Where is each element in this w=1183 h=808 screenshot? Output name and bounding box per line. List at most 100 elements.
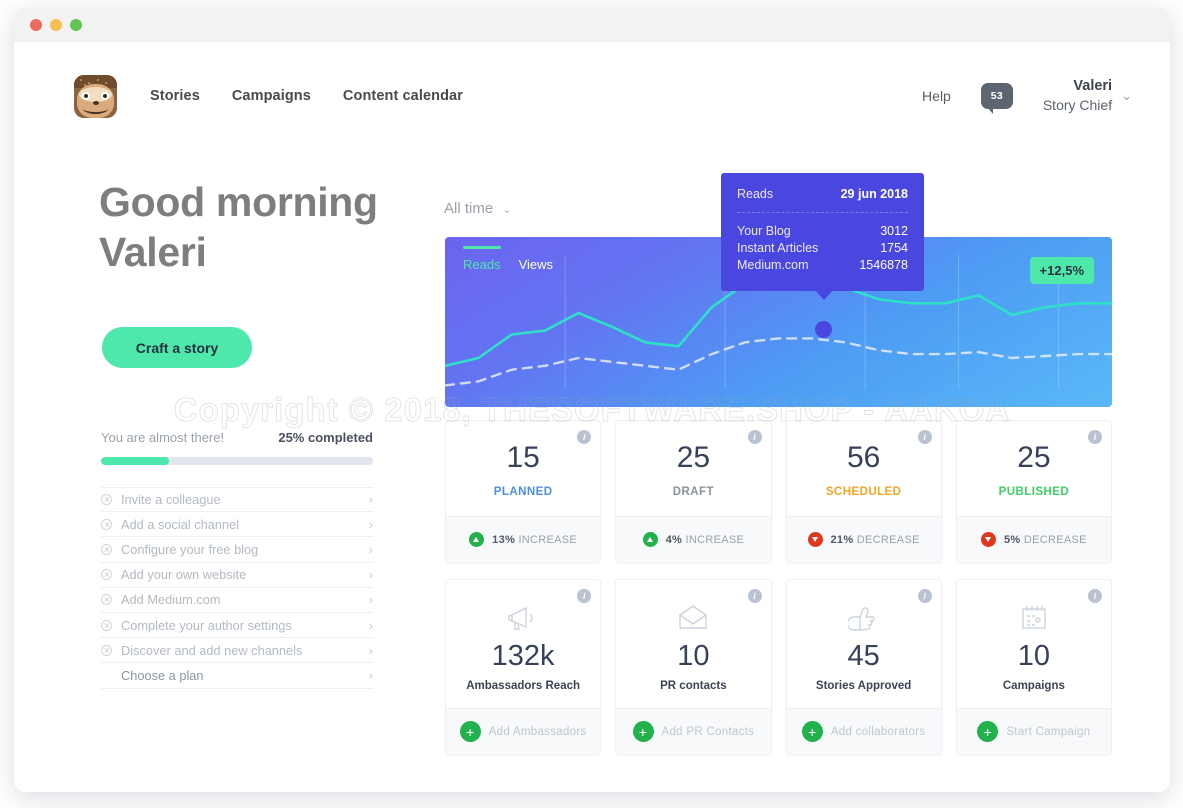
onboarding-progress-bar: [101, 457, 373, 465]
nav-item-stories[interactable]: Stories: [150, 88, 200, 104]
checklist-item[interactable]: Complete your author settings›: [101, 613, 373, 638]
info-icon[interactable]: i: [918, 589, 932, 603]
info-icon[interactable]: i: [918, 430, 932, 444]
info-icon[interactable]: i: [1088, 589, 1102, 603]
tooltip-date: 29 jun 2018: [841, 187, 908, 201]
page-title: Good morning Valeri: [99, 177, 429, 278]
action-card[interactable]: i45Stories Approved+Add collaborators: [786, 579, 942, 755]
action-card[interactable]: i10PR contacts + Add PR Contacts: [615, 579, 771, 755]
checklist-item[interactable]: Add Medium.com ›: [101, 588, 373, 613]
tooltip-row-value: 1546878: [859, 258, 908, 272]
action-card-label: Ambassadors Reach: [454, 680, 592, 692]
action-card-value: 132k: [454, 642, 592, 671]
onboarding-status-text: You are almost there!: [101, 430, 224, 445]
info-icon[interactable]: i: [1088, 430, 1102, 444]
checklist-item[interactable]: Choose a plan›: [101, 663, 373, 688]
chevron-right-icon: ›: [369, 618, 373, 633]
stat-card[interactable]: i25PUBLISHED5% DECREASE: [956, 420, 1112, 563]
app-window: Stories Campaigns Content calendar Help …: [14, 8, 1170, 792]
checklist-item-label: Add your own website: [121, 567, 246, 582]
nav-item-content-calendar[interactable]: Content calendar: [343, 88, 463, 104]
chevron-right-icon: ›: [369, 492, 373, 507]
stat-card-trend: 4% INCREASE: [666, 534, 745, 546]
checklist-item[interactable]: Discover and add new channels ›: [101, 638, 373, 663]
action-card-footer[interactable]: +Start Campaign: [957, 708, 1111, 754]
action-card-footer[interactable]: + Add PR Contacts: [616, 708, 770, 754]
action-card-body: 10PR contacts: [616, 580, 770, 708]
thumbs-up-icon: [795, 596, 933, 640]
plus-icon[interactable]: +: [802, 721, 823, 742]
action-card[interactable]: i10Campaigns+Start Campaign: [956, 579, 1112, 755]
date-range-selector[interactable]: All time ⌄: [444, 200, 512, 217]
delta-badge: +12,5%: [1030, 257, 1094, 284]
action-card[interactable]: i132kAmbassadors Reach+Add Ambassadors: [445, 579, 601, 755]
action-card-action-label: Add Ambassadors: [489, 726, 587, 738]
stat-card-footer: 4% INCREASE: [616, 516, 770, 562]
checklist-item[interactable]: Invite a colleague ›: [101, 487, 373, 512]
window-zoom-button[interactable]: [70, 19, 82, 31]
stat-card-footer: 5% DECREASE: [957, 516, 1111, 562]
window-close-button[interactable]: [30, 19, 42, 31]
stat-card[interactable]: i56 SCHEDULED 21% DECREASE: [786, 420, 942, 563]
stat-card-label: PLANNED: [456, 486, 590, 498]
stat-card-value: 25: [626, 443, 760, 473]
action-card-footer[interactable]: + Add Ambassadors: [446, 708, 600, 754]
tooltip-row-label: Your Blog: [737, 224, 791, 238]
action-card-footer[interactable]: +Add collaborators: [787, 708, 941, 754]
circle-x-icon: [101, 544, 112, 555]
trend-arrow-icon: [808, 532, 823, 547]
nav-item-campaigns[interactable]: Campaigns: [232, 88, 311, 104]
calendar-icon: [965, 596, 1103, 640]
user-role: Story Chief: [1043, 96, 1112, 114]
stat-card-trend: 5% DECREASE: [1004, 534, 1087, 546]
plus-icon[interactable]: +: [977, 721, 998, 742]
chart-line-views: [445, 338, 1112, 385]
checklist-item[interactable]: Add your own website›: [101, 563, 373, 588]
onboarding-checklist: Invite a colleague › Add a social channel›…: [101, 487, 373, 689]
stat-card[interactable]: i25DRAFT4% INCREASE: [615, 420, 771, 563]
circle-x-icon: [101, 594, 112, 605]
onboarding-progress-fill: [101, 457, 169, 465]
stat-card-trend: 21% DECREASE: [831, 534, 920, 546]
top-navigation: Stories Campaigns Content calendar Help …: [14, 66, 1170, 126]
tooltip-rows: Your Blog 3012 Instant Articles 1754 Med…: [737, 213, 908, 272]
sloth-logo[interactable]: [74, 75, 117, 118]
onboarding-header: You are almost there! 25% completed: [101, 430, 373, 445]
chevron-right-icon: ›: [369, 592, 373, 607]
chevron-right-icon: ›: [369, 643, 373, 658]
tab-views[interactable]: Views: [519, 251, 553, 272]
stat-card-trend: 13% INCREASE: [492, 534, 577, 546]
nav-right-group: Help 53 Valeri Story Chief ⌄: [922, 77, 1132, 115]
trend-arrow-icon: [469, 532, 484, 547]
stat-card-value: 15: [456, 443, 590, 473]
info-icon[interactable]: i: [748, 430, 762, 444]
craft-a-story-button[interactable]: Craft a story: [102, 327, 252, 368]
trend-arrow-icon: [981, 532, 996, 547]
stat-card-value: 56: [797, 443, 931, 473]
onboarding-percent-label: 25% completed: [278, 430, 373, 445]
notifications-bubble-icon[interactable]: 53: [981, 83, 1013, 109]
help-link[interactable]: Help: [922, 88, 951, 104]
window-minimize-button[interactable]: [50, 19, 62, 31]
checklist-item-label: Add Medium.com: [121, 592, 221, 607]
notifications-count: 53: [991, 90, 1003, 102]
cards-area: i 15 PLANNED 13% INCREASE i25DRAFT4% INCREAS…: [445, 420, 1112, 771]
tab-reads[interactable]: Reads: [463, 251, 501, 272]
checklist-item-label: Invite a colleague: [121, 492, 221, 507]
onboarding-panel: You are almost there! 25% completed Invi…: [101, 430, 373, 689]
stat-card-label: SCHEDULED: [797, 486, 931, 498]
info-icon[interactable]: i: [748, 589, 762, 603]
tooltip-row: Instant Articles 1754: [737, 241, 908, 255]
trend-arrow-icon: [643, 532, 658, 547]
plus-icon[interactable]: +: [633, 721, 654, 742]
checklist-item[interactable]: Add a social channel›: [101, 512, 373, 537]
user-menu[interactable]: Valeri Story Chief ⌄: [1043, 77, 1132, 115]
stat-card[interactable]: i15PLANNED13% INCREASE: [445, 420, 601, 563]
chevron-down-icon[interactable]: ⌄: [1121, 88, 1132, 104]
tooltip-row-value: 1754: [880, 241, 908, 255]
plus-icon[interactable]: +: [460, 721, 481, 742]
checklist-item-label: Discover and add new channels: [121, 643, 302, 658]
action-card-action-label: Add PR Contacts: [662, 726, 755, 738]
action-card-value: 10: [965, 642, 1103, 671]
checklist-item[interactable]: Configure your free blog›: [101, 537, 373, 562]
